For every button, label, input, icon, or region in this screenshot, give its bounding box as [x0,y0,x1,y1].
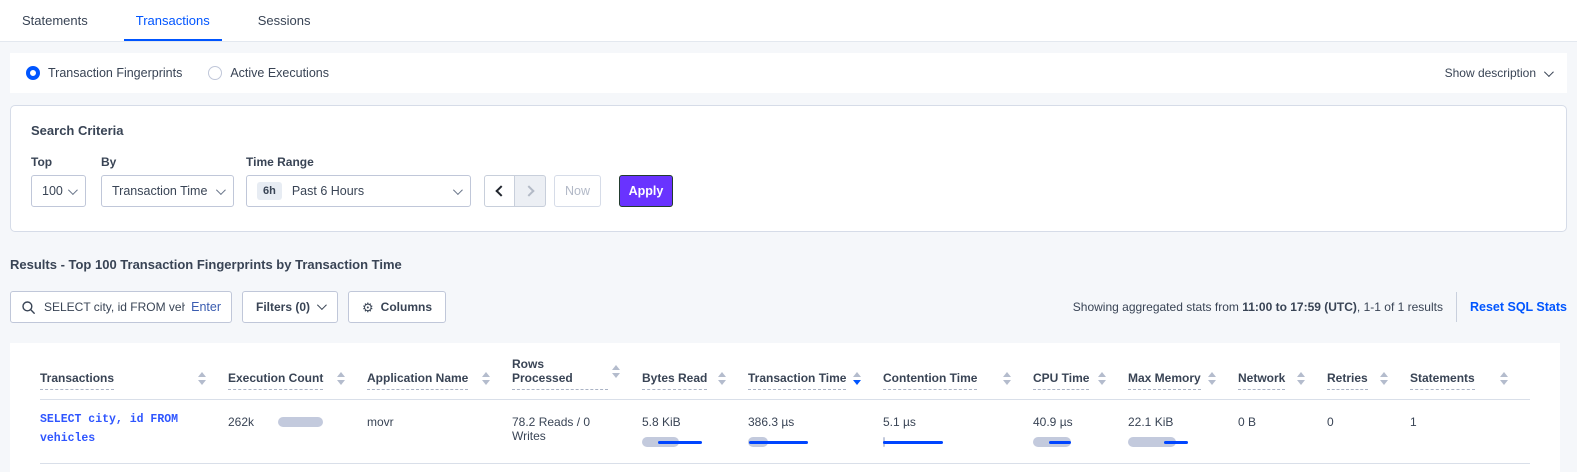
top-label: Top [31,155,101,169]
columns-button[interactable]: ⚙ Columns [348,291,446,323]
search-icon [22,301,35,314]
radio-icon [26,66,40,80]
transaction-fingerprint-link[interactable]: SELECT city, id FROM vehicles [40,411,212,449]
cell-rows-processed: 78.2 Reads / 0 Writes [512,400,642,464]
view-toggle-bar: Transaction Fingerprints Active Executio… [10,53,1567,93]
filters-button[interactable]: Filters (0) [242,291,338,323]
results-table-card: Transactions Execution Count Application… [10,343,1560,472]
cell-contention-time: 5.1 µs [883,400,1033,464]
time-range-badge: 6h [257,182,282,200]
results-toolbar: Enter Filters (0) ⚙ Columns Showing aggr… [10,291,1567,323]
column-header-contention-time[interactable]: Contention Time [883,343,1033,400]
execution-count-bar [278,417,323,427]
cpu-time-barchart [1033,437,1112,447]
divider [1456,292,1457,322]
time-range-label: Time Range [246,155,484,169]
column-header-cpu-time[interactable]: CPU Time [1033,343,1128,400]
reset-sql-stats-link[interactable]: Reset SQL Stats [1470,300,1567,314]
sort-icon[interactable] [1380,372,1388,385]
column-header-application-name[interactable]: Application Name [367,343,512,400]
radio-transaction-fingerprints[interactable]: Transaction Fingerprints [26,66,182,80]
show-description-toggle[interactable]: Show description [1445,66,1551,80]
cell-retries: 0 [1327,400,1410,464]
tab-sessions[interactable]: Sessions [247,0,322,41]
column-header-transaction-time[interactable]: Transaction Time [748,343,883,400]
tab-statements[interactable]: Statements [22,0,99,41]
column-header-retries[interactable]: Retries [1327,343,1410,400]
sort-icon[interactable] [482,372,490,385]
transaction-time-barchart [748,437,867,447]
by-label: By [101,155,246,169]
radio-active-executions[interactable]: Active Executions [208,66,329,80]
gear-icon: ⚙ [362,301,374,314]
search-criteria-title: Search Criteria [31,123,1546,138]
contention-time-barchart [883,437,1017,447]
cell-max-memory: 22.1 KiB [1128,400,1238,464]
column-header-rows-processed[interactable]: Rows Processed [512,343,642,400]
page-tabs: Statements Transactions Sessions [0,0,1577,42]
by-select[interactable]: Transaction Time [101,175,234,207]
top-select[interactable]: 100 [31,175,86,207]
sort-icon[interactable] [198,372,206,385]
chevron-right-icon [523,185,534,196]
search-enter-button[interactable]: Enter [191,300,221,314]
column-header-execution-count[interactable]: Execution Count [228,343,367,400]
max-memory-barchart [1128,437,1222,447]
now-button[interactable]: Now [554,175,601,207]
column-header-network[interactable]: Network [1238,343,1327,400]
previous-time-window-button[interactable] [484,175,515,207]
sort-icon[interactable] [1098,372,1106,385]
table-header-row: Transactions Execution Count Application… [40,343,1530,400]
column-header-bytes-read[interactable]: Bytes Read [642,343,748,400]
cell-execution-count: 262k [228,400,367,464]
time-window-stepper [484,175,546,207]
results-heading: Results - Top 100 Transaction Fingerprin… [10,257,1577,272]
search-criteria-card: Search Criteria Top 100 By Transaction T… [10,105,1567,232]
tab-transactions[interactable]: Transactions [125,0,221,41]
search-input[interactable] [44,300,185,314]
cell-application-name: movr [367,400,512,464]
chevron-down-icon [453,185,463,195]
sort-icon[interactable] [718,372,726,385]
cell-network: 0 B [1238,400,1327,464]
next-time-window-button[interactable] [515,175,546,207]
cell-transaction-fingerprint: SELECT city, id FROM vehicles [40,400,228,464]
column-header-transactions[interactable]: Transactions [40,343,228,400]
chevron-down-icon [317,300,327,310]
apply-button[interactable]: Apply [619,175,673,207]
fingerprint-search-box[interactable]: Enter [10,291,232,323]
cell-transaction-time: 386.3 µs [748,400,883,464]
column-header-statements[interactable]: Statements [1410,343,1530,400]
sort-icon[interactable] [853,372,861,385]
table-row: SELECT city, id FROM vehicles 262k movr … [40,400,1530,464]
transactions-table: Transactions Execution Count Application… [40,343,1530,464]
sort-icon[interactable] [1500,372,1508,385]
aggregated-stats-note: Showing aggregated stats from 11:00 to 1… [1073,300,1443,314]
sort-icon[interactable] [337,372,345,385]
sort-icon[interactable] [1208,372,1216,385]
cell-cpu-time: 40.9 µs [1033,400,1128,464]
cell-statements: 1 [1410,400,1530,464]
chevron-down-icon [216,185,226,195]
bytes-read-barchart [642,437,732,447]
chevron-left-icon [495,185,506,196]
radio-icon [208,66,222,80]
sort-icon[interactable] [612,365,620,378]
sort-icon[interactable] [1003,372,1011,385]
time-range-select[interactable]: 6h Past 6 Hours [246,175,471,207]
chevron-down-icon [1544,67,1554,77]
sort-icon[interactable] [1297,372,1305,385]
column-header-max-memory[interactable]: Max Memory [1128,343,1238,400]
chevron-down-icon [68,185,78,195]
cell-bytes-read: 5.8 KiB [642,400,748,464]
